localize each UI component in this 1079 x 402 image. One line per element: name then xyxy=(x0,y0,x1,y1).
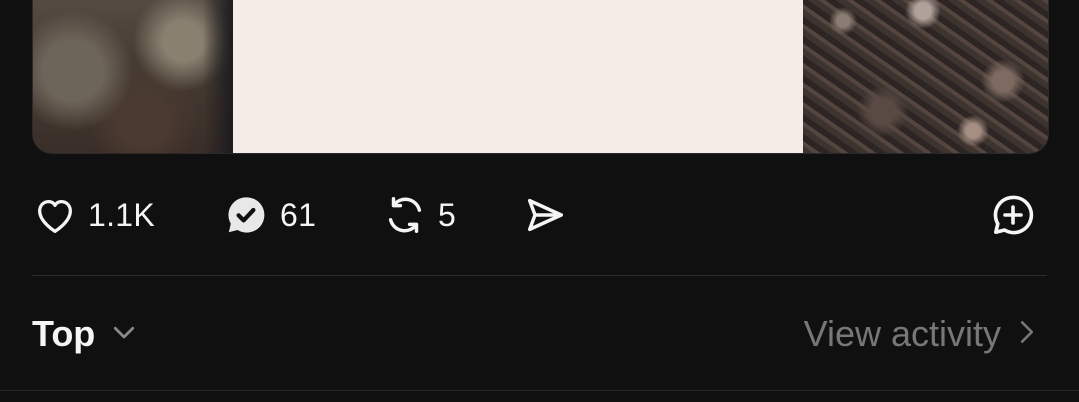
chevron-right-icon xyxy=(1015,317,1039,352)
heart-icon xyxy=(32,192,78,238)
post-action-bar: 1.1K 61 5 xyxy=(32,190,1047,240)
photo-ground-right xyxy=(803,0,1048,153)
repost-count: 5 xyxy=(438,196,457,233)
bottom-divider xyxy=(0,390,1079,391)
like-button[interactable]: 1.1K xyxy=(32,190,155,240)
sort-label: Top xyxy=(32,313,96,354)
reply-bubble-check-icon xyxy=(222,191,270,239)
repost-icon xyxy=(382,192,428,238)
sort-dropdown[interactable]: Top xyxy=(32,306,139,362)
post-image[interactable] xyxy=(32,0,1049,154)
chevron-down-icon xyxy=(109,317,139,352)
quote-button[interactable] xyxy=(989,190,1037,240)
thread-post-view: 1.1K 61 5 Top View activity xyxy=(0,0,1079,402)
view-activity-label: View activity xyxy=(803,313,1001,354)
quote-plus-icon xyxy=(989,191,1037,239)
photo-paper xyxy=(233,0,833,153)
view-activity-link[interactable]: View activity xyxy=(804,306,1039,362)
send-icon xyxy=(522,192,568,238)
reply-button[interactable]: 61 xyxy=(222,190,316,240)
replies-header: Top View activity xyxy=(32,306,1039,362)
like-count: 1.1K xyxy=(88,196,156,233)
section-divider xyxy=(32,275,1047,276)
reply-count: 61 xyxy=(280,196,317,233)
repost-button[interactable]: 5 xyxy=(382,190,456,240)
share-button[interactable] xyxy=(522,190,568,240)
